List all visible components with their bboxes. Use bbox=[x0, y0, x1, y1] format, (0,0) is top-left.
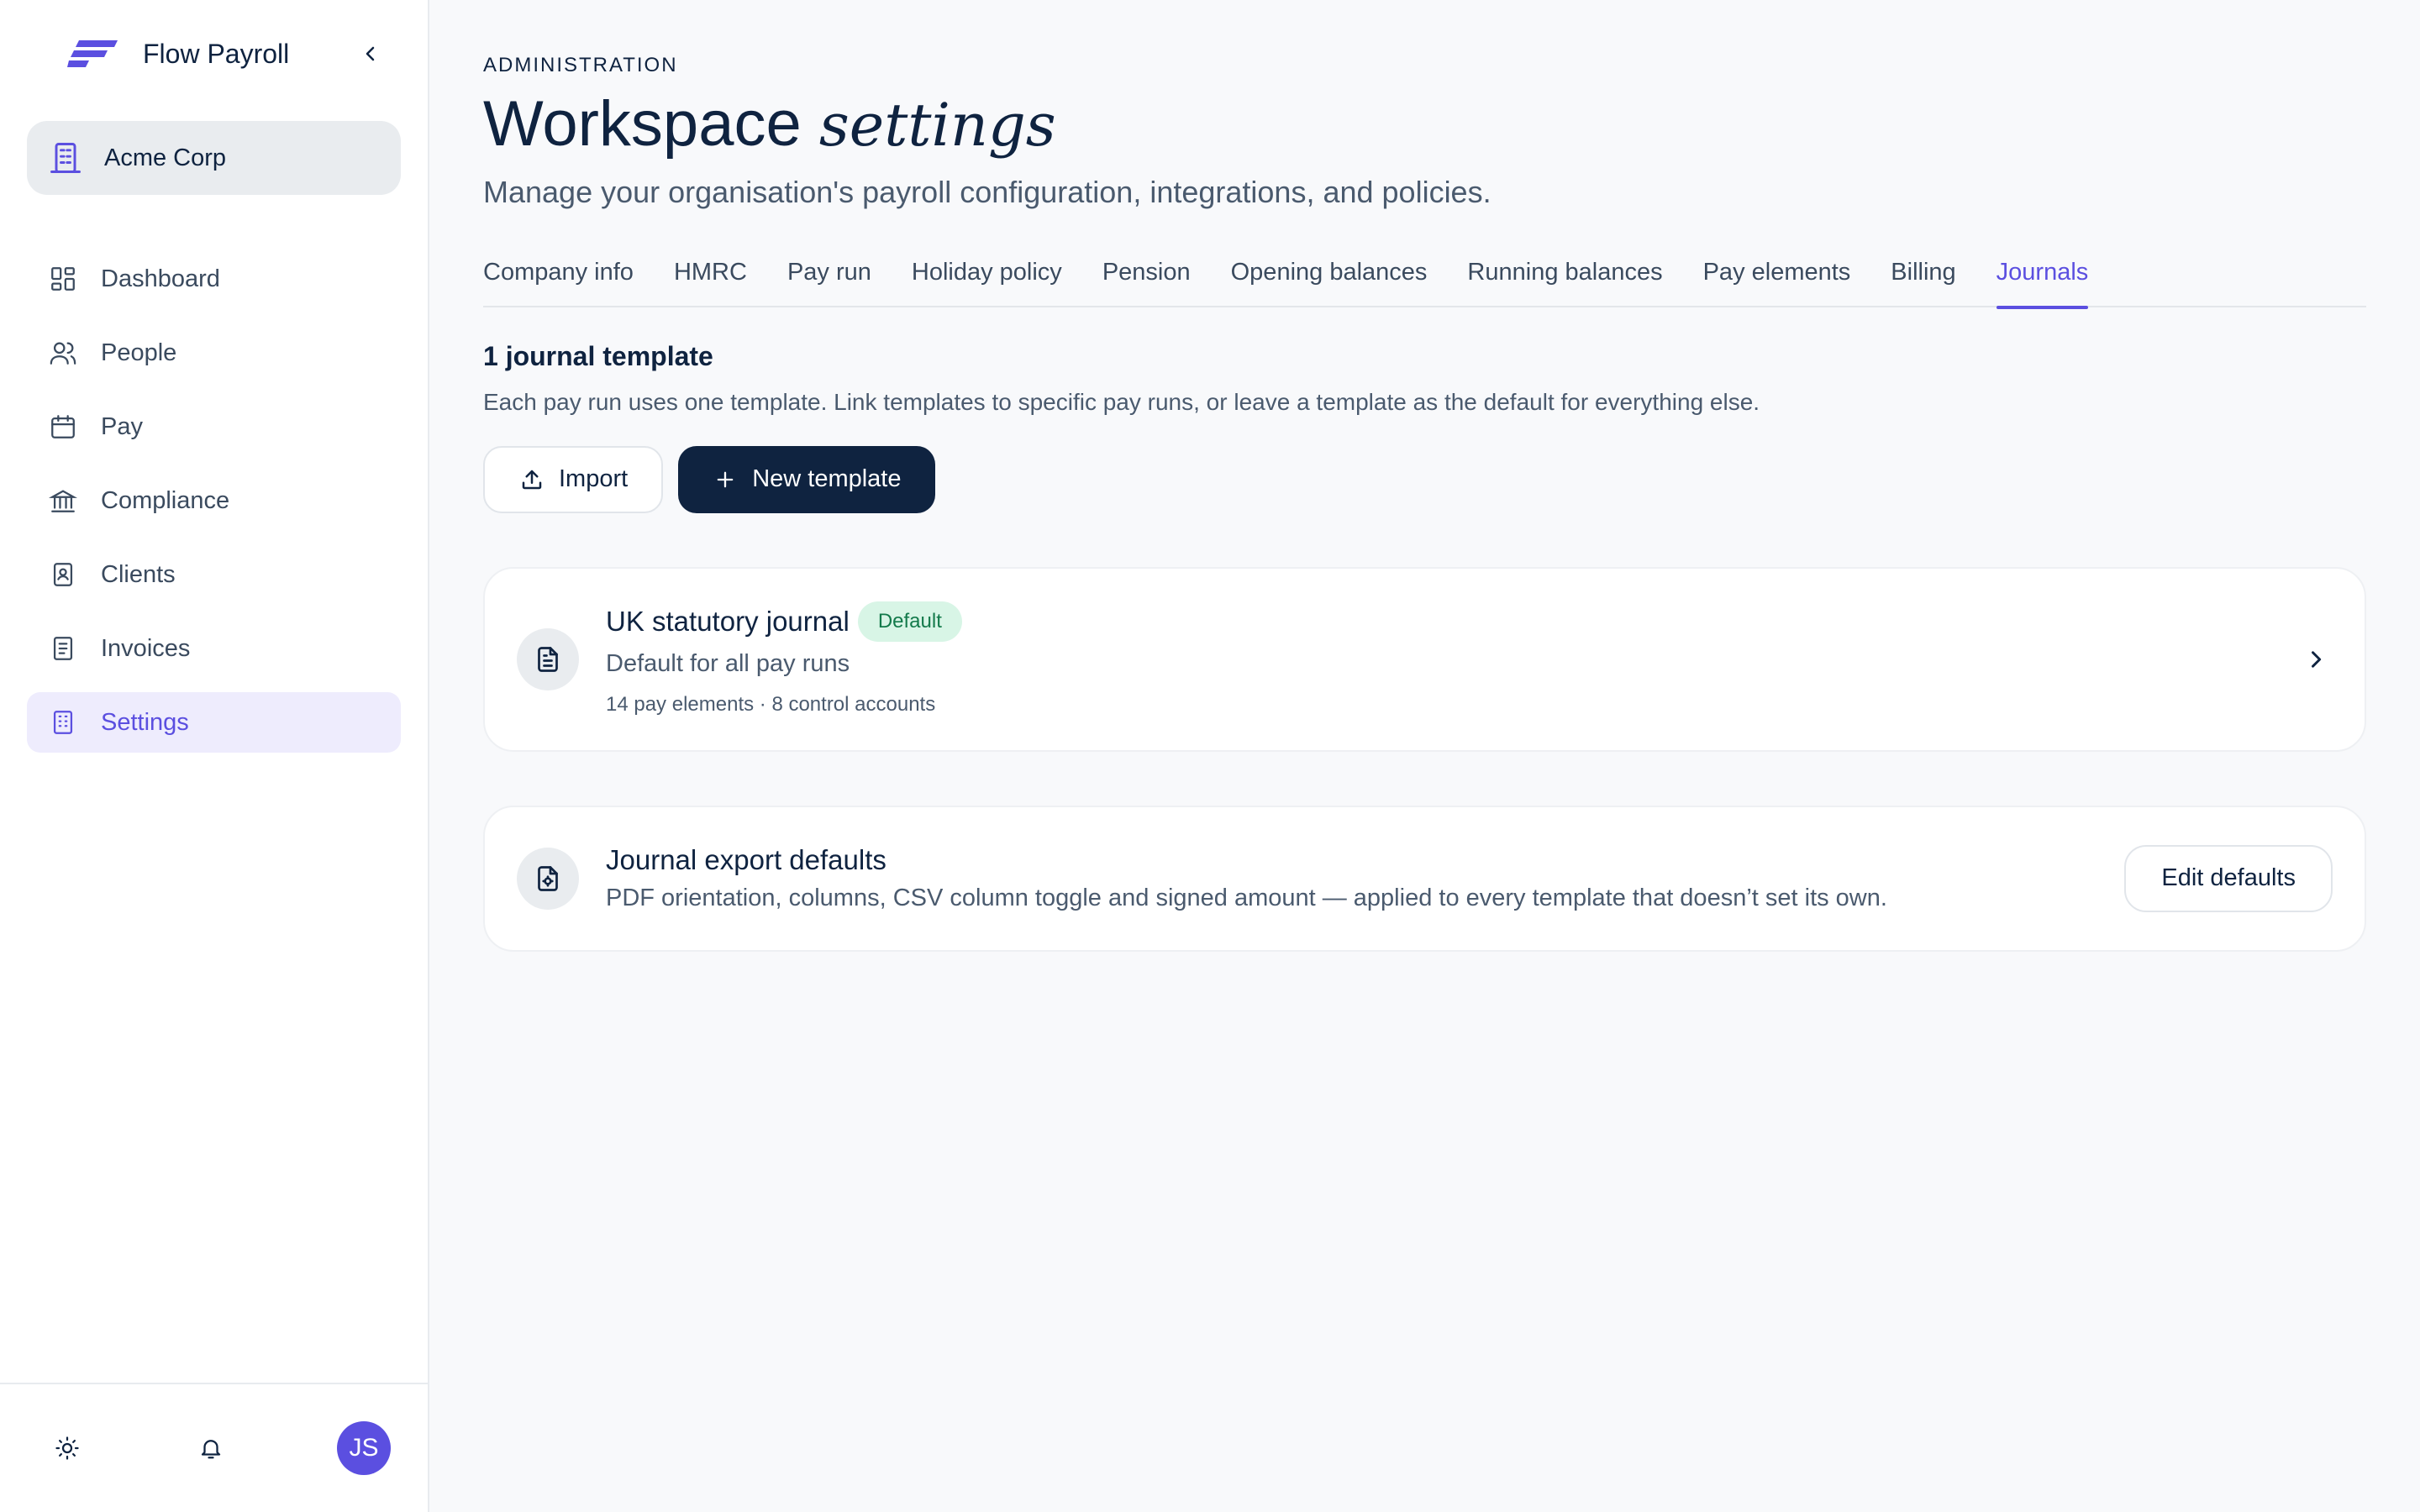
sidebar-item-clients[interactable]: Clients bbox=[27, 544, 401, 605]
bank-icon bbox=[47, 485, 79, 517]
tab-holiday-policy[interactable]: Holiday policy bbox=[912, 257, 1062, 307]
tab-hmrc[interactable]: HMRC bbox=[674, 257, 747, 307]
journal-template-card[interactable]: UK statutory journal Default Default for… bbox=[483, 566, 2366, 752]
journal-export-description: PDF orientation, columns, CSV column tog… bbox=[606, 885, 1887, 912]
avatar[interactable]: JS bbox=[337, 1421, 391, 1475]
sidebar-item-label: Dashboard bbox=[101, 265, 220, 292]
journal-count-heading: 1 journal template bbox=[483, 340, 713, 371]
chevron-left-icon bbox=[366, 46, 375, 61]
receipt-icon bbox=[47, 633, 79, 664]
tab-company-info[interactable]: Company info bbox=[483, 257, 634, 307]
chevron-right-icon bbox=[2312, 650, 2322, 668]
sidebar-item-label: Settings bbox=[101, 708, 189, 736]
eyebrow: ADMINISTRATION bbox=[483, 54, 678, 76]
journal-actions: Import New template bbox=[483, 445, 2366, 513]
sidebar: Flow Payroll Acme Corp Dashboard People … bbox=[0, 0, 429, 1512]
sidebar-item-dashboard[interactable]: Dashboard bbox=[27, 249, 401, 309]
tab-pay-elements[interactable]: Pay elements bbox=[1703, 257, 1851, 307]
new-template-label: New template bbox=[752, 465, 902, 493]
org-switcher[interactable]: Acme Corp bbox=[27, 121, 401, 195]
sidebar-item-compliance[interactable]: Compliance bbox=[27, 470, 401, 531]
sidebar-item-label: Clients bbox=[101, 560, 176, 588]
sidebar-item-label: Pay bbox=[101, 412, 143, 440]
tab-pension[interactable]: Pension bbox=[1102, 257, 1191, 307]
contact-card-icon bbox=[47, 559, 79, 591]
sidebar-item-invoices[interactable]: Invoices bbox=[27, 618, 401, 679]
journal-export-defaults-card: Journal export defaults PDF orientation,… bbox=[483, 805, 2366, 952]
journal-export-body: Journal export defaults PDF orientation,… bbox=[606, 844, 2124, 912]
journal-template-body: UK statutory journal Default Default for… bbox=[606, 601, 2299, 717]
journal-template-title-row: UK statutory journal Default bbox=[606, 601, 2299, 643]
file-settings-icon bbox=[517, 847, 579, 910]
open-template-button[interactable] bbox=[2299, 643, 2333, 676]
building-icon bbox=[47, 706, 79, 738]
journal-template-subtitle: Default for all pay runs bbox=[606, 650, 850, 678]
app-name: Flow Payroll bbox=[143, 38, 290, 69]
sidebar-item-pay[interactable]: Pay bbox=[27, 396, 401, 457]
page-subtitle: Manage your organisation's payroll confi… bbox=[483, 174, 1491, 209]
sidebar-item-label: Compliance bbox=[101, 486, 230, 514]
document-icon bbox=[517, 627, 579, 690]
app-root: Flow Payroll Acme Corp Dashboard People … bbox=[0, 0, 2420, 1512]
sidebar-item-label: People bbox=[101, 339, 177, 366]
org-name: Acme Corp bbox=[104, 144, 227, 171]
journal-template-meta: 14 pay elements · 8 control accounts bbox=[606, 693, 936, 717]
edit-defaults-button[interactable]: Edit defaults bbox=[2124, 844, 2333, 912]
flow-logo-icon bbox=[67, 40, 118, 67]
bell-icon bbox=[201, 1440, 220, 1459]
page-title-serif: settings bbox=[818, 91, 1056, 160]
tab-pay-run[interactable]: Pay run bbox=[787, 257, 871, 307]
tab-running-balances[interactable]: Running balances bbox=[1467, 257, 1662, 307]
sidebar-item-settings[interactable]: Settings bbox=[27, 692, 401, 753]
page-title-main: Workspace bbox=[483, 88, 802, 160]
import-button[interactable]: Import bbox=[483, 445, 664, 513]
notifications-button[interactable] bbox=[194, 1431, 228, 1465]
page-title: Workspace settings bbox=[483, 89, 2366, 160]
tab-journals[interactable]: Journals bbox=[1996, 257, 2088, 309]
calendar-icon bbox=[47, 411, 79, 443]
brand: Flow Payroll bbox=[0, 0, 428, 108]
journal-description: Each pay run uses one template. Link tem… bbox=[483, 388, 1760, 415]
settings-tabs: Company info HMRC Pay run Holiday policy… bbox=[483, 257, 2366, 309]
upload-icon bbox=[518, 466, 545, 493]
plus-icon bbox=[712, 466, 739, 493]
sun-icon bbox=[55, 1436, 79, 1460]
tab-opening-balances[interactable]: Opening balances bbox=[1231, 257, 1428, 307]
sidebar-item-people[interactable]: People bbox=[27, 323, 401, 383]
sidebar-nav: Dashboard People Pay Compliance Clients … bbox=[0, 249, 428, 766]
tab-billing[interactable]: Billing bbox=[1891, 257, 1955, 307]
new-template-button[interactable]: New template bbox=[678, 445, 935, 513]
journal-export-title: Journal export defaults bbox=[606, 844, 886, 876]
import-label: Import bbox=[559, 465, 629, 493]
people-icon bbox=[47, 337, 79, 369]
collapse-sidebar-button[interactable] bbox=[354, 37, 387, 71]
sidebar-footer: JS bbox=[0, 1383, 428, 1512]
theme-toggle-button[interactable] bbox=[50, 1431, 84, 1465]
sidebar-item-label: Invoices bbox=[101, 634, 191, 662]
dashboard-icon bbox=[47, 263, 79, 295]
journal-template-title: UK statutory journal bbox=[606, 606, 850, 638]
building-icon bbox=[50, 143, 81, 173]
status-badge: Default bbox=[857, 601, 962, 643]
main-content: ADMINISTRATION Workspace settings Manage… bbox=[429, 0, 2420, 1512]
